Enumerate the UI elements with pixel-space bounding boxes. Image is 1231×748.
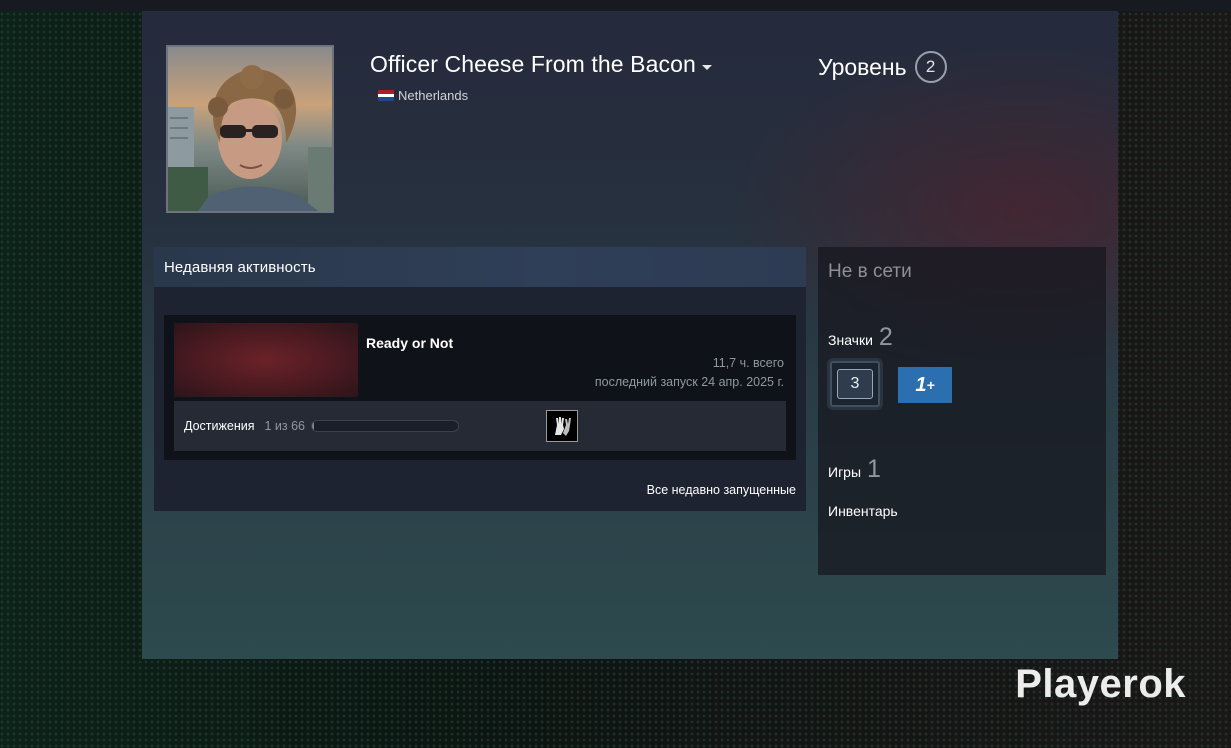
achievement-icon[interactable]: [546, 410, 578, 442]
netherlands-flag-icon: [378, 90, 394, 101]
achievements-bar: Достижения 1 из 66: [174, 401, 786, 451]
badge-level-3-text: 3: [837, 369, 873, 399]
avatar[interactable]: [166, 45, 334, 213]
achievements-progress-fill: [312, 421, 315, 431]
country: Netherlands: [378, 88, 468, 103]
badge-years-plus: +: [926, 377, 935, 393]
badge-level-3[interactable]: 3: [830, 361, 880, 407]
profile-sidebar: Не в сети Значки 2 3 1 + Игры 1 Инвентарь: [818, 247, 1106, 575]
caret-down-icon[interactable]: [701, 65, 712, 70]
game-hours: 11,7 ч. всего: [712, 356, 784, 370]
country-name: Netherlands: [398, 88, 469, 103]
game-card: Ready or Not 11,7 ч. всего последний зап…: [164, 315, 796, 460]
games-label[interactable]: Игры: [828, 464, 861, 480]
game-capsule-image[interactable]: [174, 323, 358, 397]
hands-icon: [555, 417, 571, 436]
recent-activity-title: Недавняя активность: [154, 247, 806, 287]
inventory-link[interactable]: Инвентарь: [828, 503, 898, 519]
profile-level: Уровень 2: [818, 51, 947, 83]
online-status: Не в сети: [828, 261, 912, 282]
game-last-played: последний запуск 24 апр. 2025 г.: [594, 375, 784, 389]
achievements-progress-bar: [311, 420, 459, 432]
avatar-image: [168, 47, 332, 211]
recent-activity-panel: Недавняя активность Ready or Not 11,7 ч.…: [154, 247, 806, 511]
flag-stripe-blue: [378, 97, 394, 101]
badge-years-of-service[interactable]: 1 +: [898, 367, 952, 403]
level-badge[interactable]: 2: [914, 51, 947, 83]
badges-label[interactable]: Значки: [828, 332, 873, 348]
level-label: Уровень: [818, 53, 907, 80]
watermark-logo: Playerok: [1015, 662, 1186, 706]
badges-count[interactable]: 2: [879, 323, 893, 352]
badge-years-text: 1: [915, 373, 927, 396]
persona-name-text: Officer Cheese From the Bacon: [370, 51, 696, 77]
view-all-recent-link[interactable]: Все недавно запущенные: [647, 483, 796, 497]
game-name[interactable]: Ready or Not: [366, 335, 453, 351]
top-bar: [0, 0, 1231, 11]
badges-section[interactable]: Значки 2: [828, 323, 893, 352]
profile-page: Officer Cheese From the Bacon Netherland…: [142, 11, 1118, 659]
achievements-label[interactable]: Достижения: [184, 419, 254, 433]
games-section[interactable]: Игры 1: [828, 455, 881, 484]
achievements-count: 1 из 66: [264, 419, 305, 433]
games-count[interactable]: 1: [867, 455, 881, 484]
persona-name[interactable]: Officer Cheese From the Bacon: [370, 51, 712, 78]
